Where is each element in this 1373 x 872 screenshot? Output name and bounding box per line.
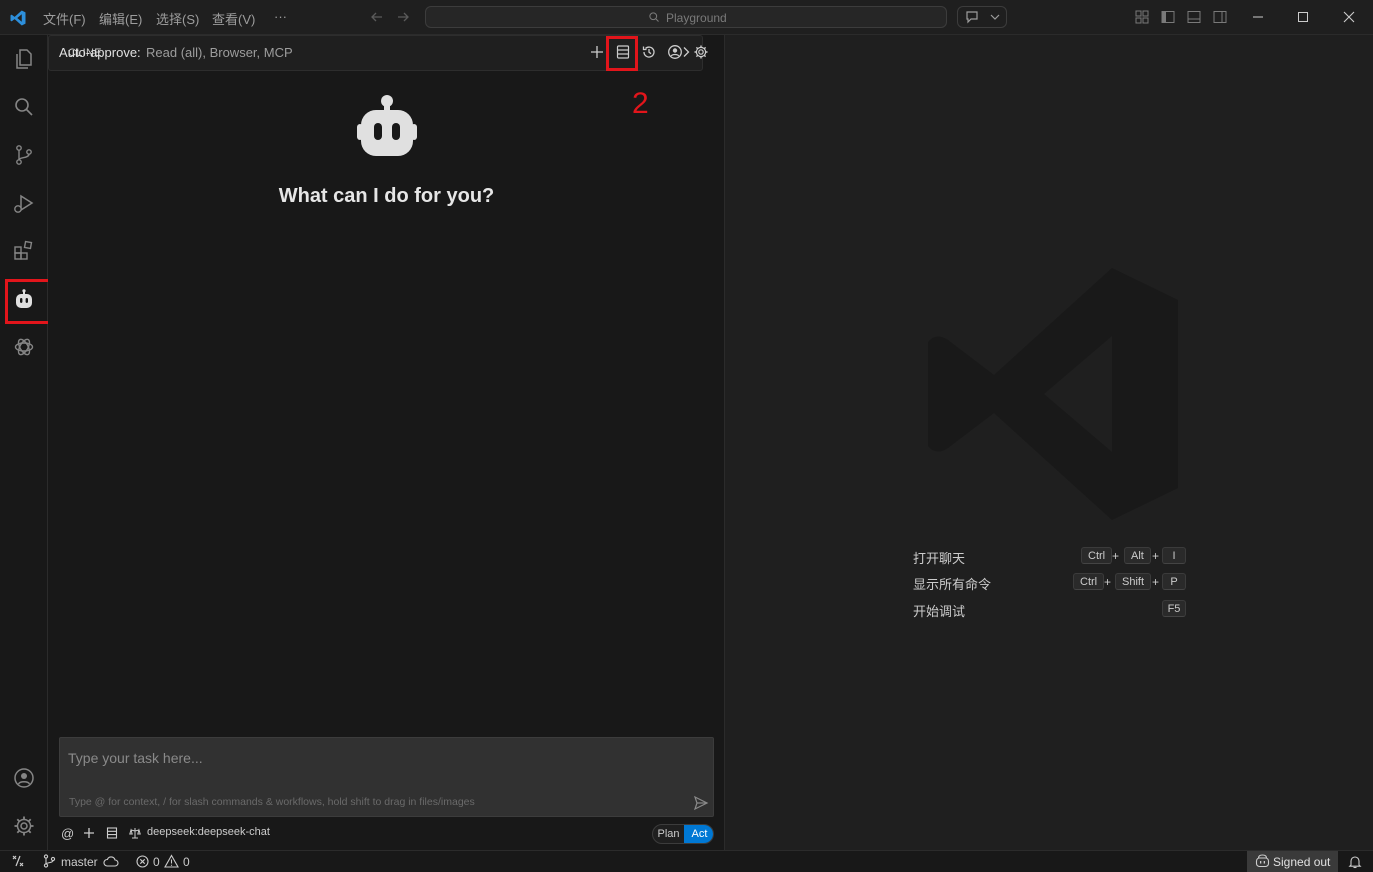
search-icon[interactable] bbox=[12, 95, 36, 119]
key-p: P bbox=[1162, 573, 1186, 590]
warning-count[interactable]: 0 bbox=[183, 855, 190, 869]
mode-toggle[interactable]: Plan Act bbox=[652, 824, 714, 844]
toggle-primary-sidebar-icon[interactable] bbox=[1160, 9, 1176, 25]
source-control-icon[interactable] bbox=[12, 143, 36, 167]
model-selector[interactable]: deepseek:deepseek-chat bbox=[147, 826, 270, 838]
key-alt: Alt bbox=[1124, 547, 1151, 564]
annotation-box-2 bbox=[606, 36, 638, 71]
search-placeholder: Playground bbox=[666, 11, 727, 25]
shortcut-label-show-commands: 显示所有命令 bbox=[913, 577, 992, 592]
key-shift: Shift bbox=[1115, 573, 1152, 590]
title-bar: 文件(F) 编辑(E) 选择(S) 查看(V) ··· Playground bbox=[0, 0, 1373, 35]
key-i: I bbox=[1162, 547, 1186, 564]
menu-view[interactable]: 查看(V) bbox=[212, 9, 255, 28]
branch-name[interactable]: master bbox=[61, 855, 98, 869]
run-debug-icon[interactable] bbox=[12, 192, 36, 216]
annotation-box-1 bbox=[5, 279, 52, 324]
chevron-right-icon bbox=[683, 47, 690, 57]
copilot-icon bbox=[1255, 854, 1270, 868]
vscode-watermark-logo bbox=[928, 268, 1178, 520]
auto-approve-value: Read (all), Browser, MCP bbox=[146, 45, 293, 60]
task-input-placeholder: Type your task here... bbox=[68, 750, 203, 766]
task-input[interactable]: Type your task here... Type @ for contex… bbox=[59, 737, 714, 817]
history-icon[interactable] bbox=[641, 44, 657, 60]
forward-arrow-icon[interactable] bbox=[395, 9, 411, 25]
send-icon[interactable] bbox=[693, 795, 709, 811]
customize-layout-icon[interactable] bbox=[1134, 9, 1150, 25]
cline-sidebar: CLINE 2 What can I do for you? Auto-appr… bbox=[48, 35, 725, 850]
menu-file[interactable]: 文件(F) bbox=[43, 9, 86, 28]
warning-icon bbox=[164, 854, 179, 868]
menu-selection[interactable]: 选择(S) bbox=[156, 9, 199, 28]
settings-gear-icon[interactable] bbox=[693, 44, 709, 60]
notifications-bell-icon[interactable] bbox=[1348, 854, 1362, 869]
annotation-number-2: 2 bbox=[632, 87, 649, 120]
mode-act-button[interactable]: Act bbox=[684, 825, 713, 843]
mode-plan-button[interactable]: Plan bbox=[653, 825, 684, 843]
welcome-heading: What can I do for you? bbox=[278, 185, 495, 207]
editor-area: 打开聊天 Ctrl + Alt + I 显示所有命令 Ctrl + Shift … bbox=[726, 35, 1373, 850]
mcp-servers-icon[interactable] bbox=[106, 827, 118, 839]
status-bar: master 0 0 Signed out bbox=[0, 850, 1373, 872]
maximize-icon[interactable] bbox=[1295, 9, 1311, 25]
close-icon[interactable] bbox=[1341, 9, 1357, 25]
cline-robot-logo bbox=[357, 95, 417, 156]
chat-icon bbox=[966, 11, 978, 24]
signed-out-label: Signed out bbox=[1273, 855, 1331, 869]
search-icon bbox=[649, 12, 659, 22]
chatgpt-icon[interactable] bbox=[12, 335, 36, 359]
files-icon[interactable] bbox=[12, 47, 36, 71]
minimize-icon[interactable] bbox=[1250, 9, 1266, 25]
sync-cloud-icon[interactable] bbox=[103, 855, 120, 868]
task-input-hint: Type @ for context, / for slash commands… bbox=[69, 796, 475, 808]
vscode-logo-icon bbox=[10, 10, 26, 26]
model-provider-icon[interactable] bbox=[129, 827, 141, 839]
error-count[interactable]: 0 bbox=[153, 855, 160, 869]
toggle-panel-icon[interactable] bbox=[1186, 9, 1202, 25]
mention-icon[interactable]: @ bbox=[61, 826, 74, 841]
key-f5: F5 bbox=[1162, 600, 1186, 617]
remote-indicator-icon[interactable] bbox=[11, 854, 25, 868]
chat-toggle-button[interactable] bbox=[957, 6, 1007, 28]
settings-gear-icon[interactable] bbox=[12, 814, 36, 838]
account-icon[interactable] bbox=[12, 766, 36, 790]
activity-bar bbox=[0, 35, 52, 850]
key-ctrl: Ctrl bbox=[1073, 573, 1105, 590]
command-center-search[interactable]: Playground bbox=[425, 6, 947, 28]
signed-out-badge[interactable]: Signed out bbox=[1247, 851, 1338, 872]
add-context-icon[interactable] bbox=[83, 827, 95, 839]
branch-icon bbox=[43, 854, 56, 868]
shortcut-label-start-debug: 开始调试 bbox=[913, 604, 966, 619]
key-ctrl: Ctrl bbox=[1081, 547, 1113, 564]
back-arrow-icon[interactable] bbox=[369, 9, 385, 25]
menu-more[interactable]: ··· bbox=[274, 9, 287, 24]
plus-icon[interactable] bbox=[589, 44, 605, 60]
chevron-down-icon bbox=[990, 14, 1000, 20]
auto-approve-label: Auto-approve: bbox=[59, 45, 141, 60]
shortcut-label-open-chat: 打开聊天 bbox=[913, 551, 966, 566]
menu-edit[interactable]: 编辑(E) bbox=[99, 9, 142, 28]
toggle-secondary-sidebar-icon[interactable] bbox=[1212, 9, 1228, 25]
error-icon bbox=[136, 855, 149, 868]
extensions-icon[interactable] bbox=[12, 239, 36, 263]
